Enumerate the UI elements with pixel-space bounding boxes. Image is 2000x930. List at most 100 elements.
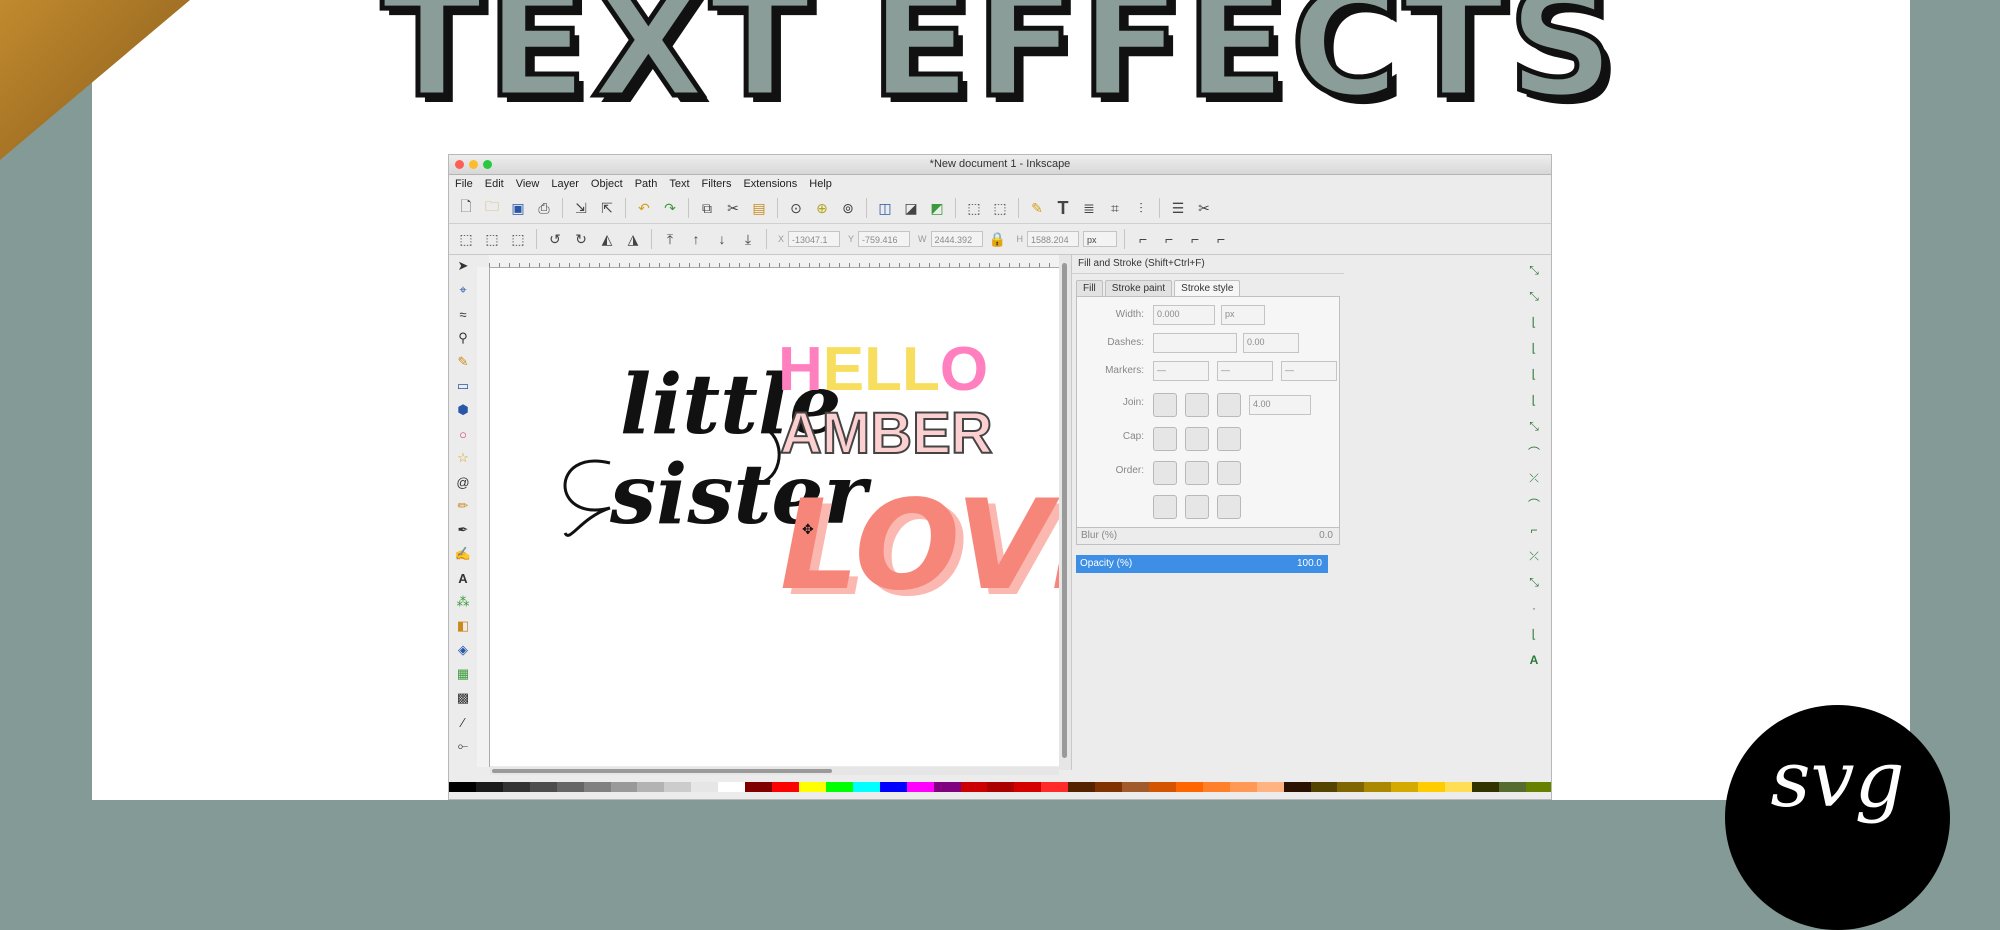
unit-select[interactable]: px [1083, 231, 1118, 247]
w-input[interactable]: 2444.392 [930, 231, 983, 247]
join-round-button[interactable] [1185, 393, 1209, 417]
menu-extensions[interactable]: Extensions [743, 175, 797, 193]
snap-bbox-centers-icon[interactable]: ⌊ [1523, 389, 1545, 411]
new-document-icon[interactable]: 🗋 [455, 197, 477, 219]
snap-bbox-midpoints-icon[interactable]: ⌊ [1523, 363, 1545, 385]
mid-marker-select[interactable]: — [1217, 361, 1273, 381]
ungroup-icon[interactable]: ⬚ [989, 197, 1011, 219]
bucket-tool-icon[interactable]: ◈ [452, 639, 474, 661]
menu-file[interactable]: File [455, 175, 473, 193]
pencil-tool-icon[interactable]: ✏ [452, 495, 474, 517]
order-button[interactable] [1185, 495, 1209, 519]
snap-cusp-nodes-icon[interactable]: ⌒ [1523, 493, 1545, 515]
spiral-tool-icon[interactable]: @ [452, 471, 474, 493]
width-input[interactable]: 0.000 [1153, 305, 1215, 325]
menu-edit[interactable]: Edit [485, 175, 504, 193]
import-icon[interactable]: ⇲ [570, 197, 592, 219]
dropper-tool-icon[interactable]: ⁄ [452, 711, 474, 733]
order-button[interactable] [1153, 461, 1177, 485]
cap-butt-button[interactable] [1153, 427, 1177, 451]
horizontal-scroll-thumb[interactable] [492, 769, 832, 773]
snap-page-icon[interactable]: ⌊ [1523, 623, 1545, 645]
duplicate-icon[interactable]: ◫ [874, 197, 896, 219]
menu-help[interactable]: Help [809, 175, 832, 193]
raise-icon[interactable]: ↑ [685, 228, 707, 250]
dashes-offset-input[interactable]: 0.00 [1243, 333, 1299, 353]
transform-gradients-icon[interactable]: ⌐ [1184, 228, 1206, 250]
horizontal-scrollbar[interactable] [490, 767, 1059, 775]
layers-icon[interactable]: ≣ [1078, 197, 1100, 219]
snap-bbox-corners-icon[interactable]: ⌊ [1523, 337, 1545, 359]
close-window-button[interactable] [455, 160, 464, 169]
undo-icon[interactable]: ↶ [633, 197, 655, 219]
maximize-window-button[interactable] [483, 160, 492, 169]
miter-limit-input[interactable]: 4.00 [1249, 395, 1311, 415]
measure-tool-icon[interactable]: ✎ [452, 351, 474, 373]
tweak-tool-icon[interactable]: ≈ [452, 303, 474, 325]
menu-path[interactable]: Path [635, 175, 658, 193]
mesh-tool-icon[interactable]: ▩ [452, 687, 474, 709]
fill-stroke-icon[interactable]: ✎ [1026, 197, 1048, 219]
blur-slider[interactable]: Blur (%) 0.0 [1076, 527, 1340, 545]
h-input[interactable]: 1588.204 [1027, 231, 1080, 247]
cut-icon[interactable]: ✂ [722, 197, 744, 219]
scale-corners-icon[interactable]: ⌐ [1158, 228, 1180, 250]
calligraphy-tool-icon[interactable]: ✍ [452, 543, 474, 565]
snap-enable-icon[interactable]: ⤡ [1523, 259, 1545, 281]
ellipse-tool-icon[interactable]: ○ [452, 423, 474, 445]
spray-tool-icon[interactable]: ⁂ [452, 591, 474, 613]
unlink-clone-icon[interactable]: ◩ [926, 197, 948, 219]
redo-icon[interactable]: ↷ [659, 197, 681, 219]
align-distribute-icon[interactable]: ⫶ [1130, 197, 1152, 219]
copy-icon[interactable]: ⧉ [696, 197, 718, 219]
join-miter-button[interactable] [1153, 393, 1177, 417]
eraser-tool-icon[interactable]: ◧ [452, 615, 474, 637]
tab-stroke-paint[interactable]: Stroke paint [1104, 280, 1173, 296]
tab-stroke-style[interactable]: Stroke style [1174, 280, 1241, 296]
snap-bbox-icon[interactable]: ⤡ [1523, 285, 1545, 307]
text-font-icon[interactable]: T [1052, 197, 1074, 219]
width-unit-select[interactable]: px [1221, 305, 1265, 325]
order-button[interactable] [1185, 461, 1209, 485]
selector-tool-icon[interactable]: ➤ [452, 255, 474, 277]
node-tool-icon[interactable]: ⌖ [452, 279, 474, 301]
minimize-window-button[interactable] [469, 160, 478, 169]
raise-to-top-icon[interactable]: ⤒ [659, 228, 681, 250]
vertical-scrollbar[interactable] [1059, 255, 1071, 770]
xml-editor-icon[interactable]: ⌗ [1104, 197, 1126, 219]
export-icon[interactable]: ⇱ [596, 197, 618, 219]
drawing-canvas[interactable]: little sister HELLO AMBER LOVE LOVE ✥ [490, 268, 1144, 766]
order-button[interactable] [1217, 495, 1241, 519]
lower-to-bottom-icon[interactable]: ⤓ [737, 228, 759, 250]
order-button[interactable] [1153, 495, 1177, 519]
select-all-icon[interactable]: ⬚ [455, 228, 477, 250]
connector-tool-icon[interactable]: ⟜ [452, 735, 474, 757]
text-tool-icon[interactable]: A [452, 567, 474, 589]
menu-layer[interactable]: Layer [551, 175, 579, 193]
snap-centers-icon[interactable]: ⤡ [1523, 571, 1545, 593]
vertical-scroll-thumb[interactable] [1062, 263, 1067, 758]
snap-nodes-icon[interactable]: ⤡ [1523, 415, 1545, 437]
document-properties-icon[interactable]: ☰ [1167, 197, 1189, 219]
lower-icon[interactable]: ↓ [711, 228, 733, 250]
snap-midpoints-icon[interactable]: ⤫ [1523, 545, 1545, 567]
3d-box-tool-icon[interactable]: ⬢ [452, 399, 474, 421]
y-input[interactable]: -759.416 [858, 231, 911, 247]
flip-vertical-icon[interactable]: ◮ [622, 228, 644, 250]
color-palette[interactable] [449, 782, 1551, 792]
order-button[interactable] [1217, 461, 1241, 485]
pen-tool-icon[interactable]: ✒ [452, 519, 474, 541]
opacity-slider[interactable]: Opacity (%) 100.0 [1076, 555, 1328, 573]
dashes-select[interactable] [1153, 333, 1237, 353]
paste-icon[interactable]: ▤ [748, 197, 770, 219]
menu-filters[interactable]: Filters [702, 175, 732, 193]
end-marker-select[interactable]: — [1281, 361, 1337, 381]
star-tool-icon[interactable]: ☆ [452, 447, 474, 469]
snap-text-baseline-icon[interactable]: A [1523, 649, 1545, 671]
menu-text[interactable]: Text [669, 175, 689, 193]
cap-square-button[interactable] [1217, 427, 1241, 451]
lock-icon[interactable]: 🔒 [987, 228, 1009, 250]
cap-round-button[interactable] [1185, 427, 1209, 451]
menu-object[interactable]: Object [591, 175, 623, 193]
scale-stroke-icon[interactable]: ⌐ [1132, 228, 1154, 250]
